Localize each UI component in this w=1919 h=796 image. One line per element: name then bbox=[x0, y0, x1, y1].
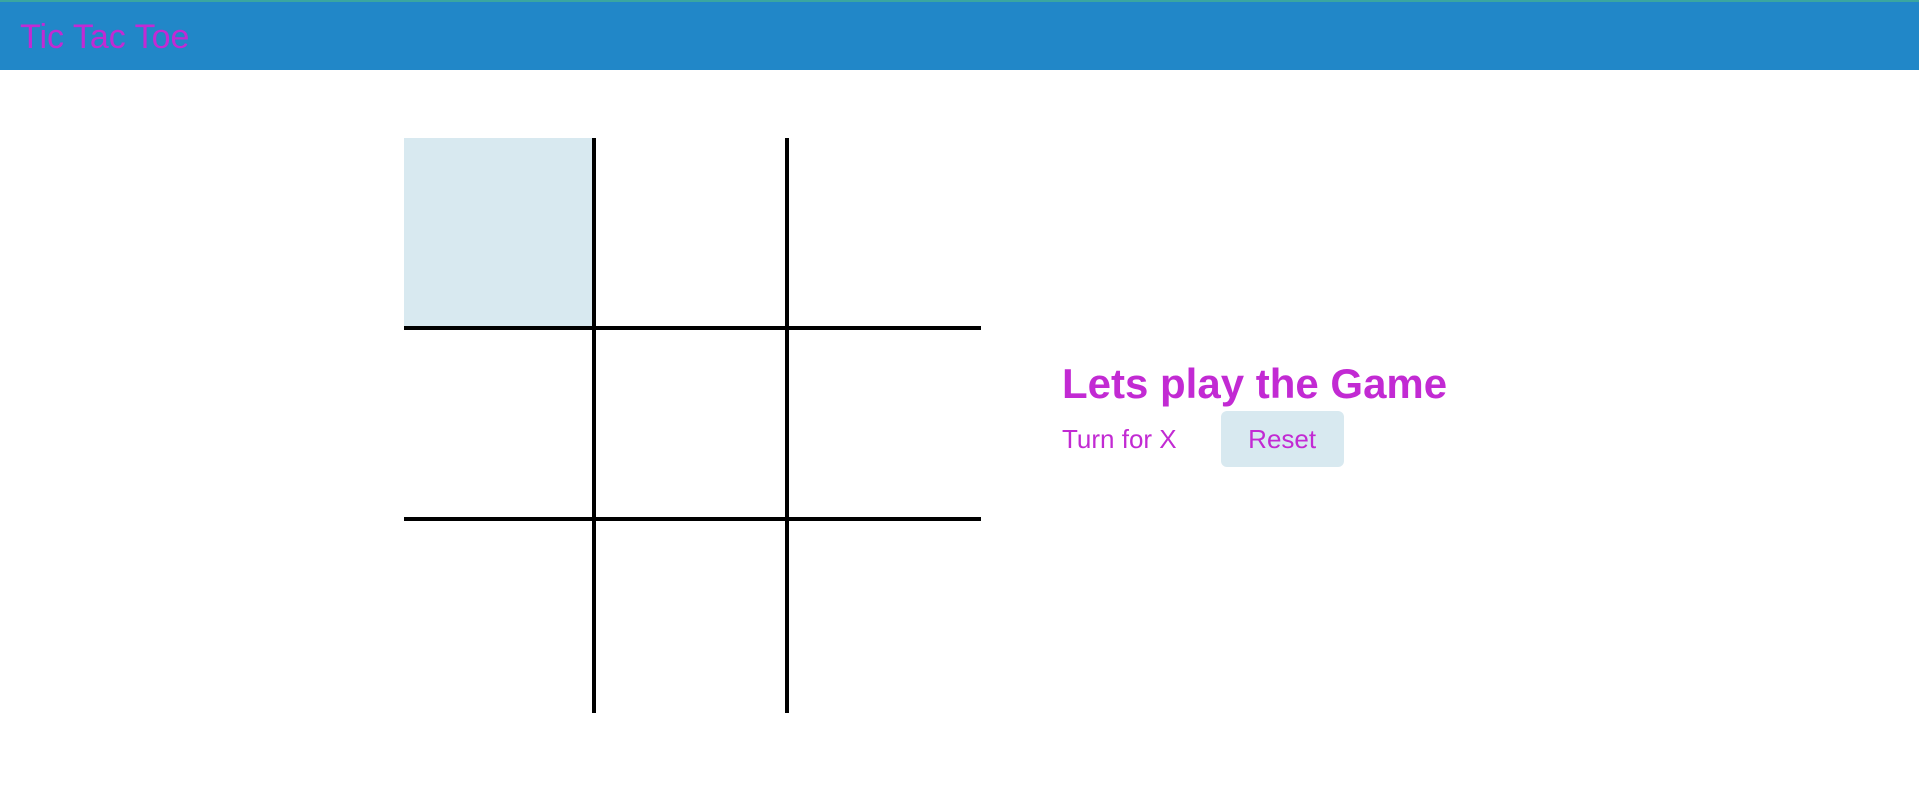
turn-indicator: Turn for X bbox=[1062, 423, 1177, 454]
board-cell-2[interactable] bbox=[788, 138, 981, 330]
board-cell-1[interactable] bbox=[596, 138, 789, 330]
board-cell-3[interactable] bbox=[404, 329, 597, 522]
board-cell-4[interactable] bbox=[596, 329, 789, 522]
board-cell-0[interactable] bbox=[404, 138, 597, 330]
app-title: Tic Tac Toe bbox=[20, 18, 190, 56]
app-header: Tic Tac Toe bbox=[0, 0, 1919, 70]
game-heading: Lets play the Game bbox=[1062, 360, 1448, 407]
board-cell-5[interactable] bbox=[788, 330, 981, 522]
board-cell-8[interactable] bbox=[789, 521, 981, 713]
game-board bbox=[404, 138, 981, 713]
game-panel: Lets play the Game Turn for X Reset bbox=[1062, 357, 1447, 467]
board-cell-7[interactable] bbox=[596, 521, 789, 713]
reset-button[interactable]: Reset bbox=[1220, 411, 1344, 467]
board-cell-6[interactable] bbox=[404, 521, 597, 713]
game-status-row: Turn for X Reset bbox=[1062, 411, 1447, 467]
